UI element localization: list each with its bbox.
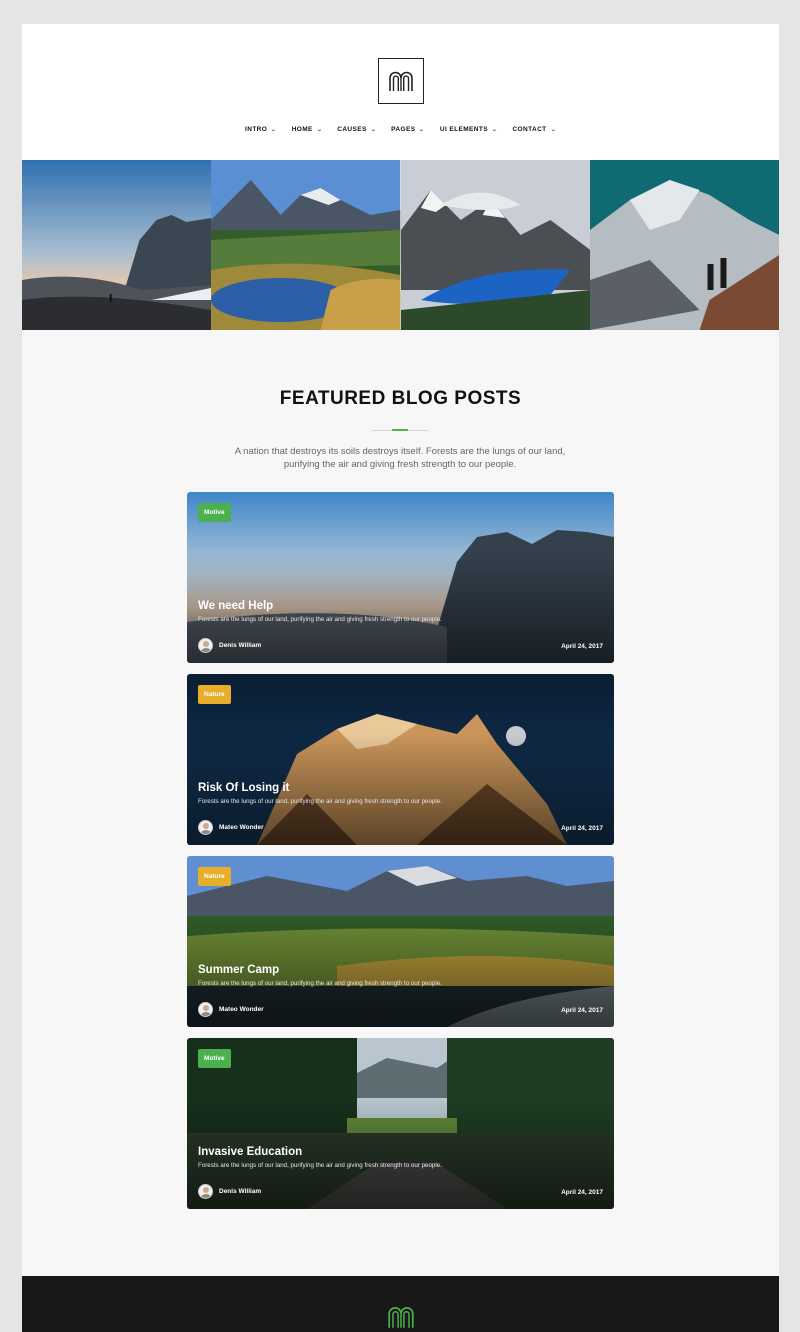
avatar [198,1184,213,1199]
post-date: April 24, 2017 [561,825,603,832]
card-title[interactable]: Invasive Education [198,1146,302,1158]
card-title[interactable]: We need Help [198,600,273,612]
nav-label: INTRO [245,126,268,133]
author-info[interactable]: Mateo Wonder [198,820,264,835]
category-badge[interactable]: Nature [198,685,231,704]
avatar [198,638,213,653]
avatar [198,1002,213,1017]
blog-card[interactable]: Motive Invasive Education Forests are th… [187,1038,614,1209]
chevron-down-icon: ⌄ [315,127,324,133]
title-divider [372,429,428,431]
hero-image-snowy-peak [589,160,779,330]
category-badge[interactable]: Motive [198,1049,231,1068]
chevron-down-icon: ⌄ [270,127,278,133]
author-info[interactable]: Mateo Wonder [198,1002,264,1017]
card-excerpt: Forests are the lungs of our land, purif… [198,616,442,623]
nav-item-pages[interactable]: PAGES ⌄ [391,126,425,133]
page: INTRO ⌄ HOME ⌄ CAUSES ⌄ PAGES ⌄ UI ELEMENTS ⌄… [22,24,779,1332]
author-name: Mateo Wonder [219,1006,264,1013]
chevron-down-icon: ⌄ [491,127,499,133]
chevron-down-icon: ⌄ [549,127,557,133]
author-info[interactable]: Denis William [198,1184,261,1199]
author-name: Denis William [219,1188,262,1195]
card-title[interactable]: Summer Camp [198,964,279,976]
post-date: April 24, 2017 [561,643,603,650]
blog-card[interactable]: Motive We need Help Forests are the lung… [187,492,614,663]
hero-image-alpine-lake [211,160,401,330]
site-header: INTRO ⌄ HOME ⌄ CAUSES ⌄ PAGES ⌄ UI ELEMENTS ⌄… [22,24,779,160]
category-badge[interactable]: Motive [198,503,231,522]
m-arch-logo-icon [389,71,413,91]
nav-label: CAUSES [337,126,367,133]
chevron-down-icon: ⌄ [418,127,426,133]
m-arch-logo-icon[interactable] [386,1304,416,1330]
section-subtitle: A nation that destroys its soils destroy… [234,446,566,470]
card-title[interactable]: Risk Of Losing it [198,782,289,794]
chevron-down-icon: ⌄ [369,127,377,133]
nav-item-causes[interactable]: CAUSES ⌄ [337,126,376,133]
site-logo[interactable] [378,58,424,104]
nav-label: CONTACT [512,126,547,133]
hero-gallery [22,160,779,330]
post-date: April 24, 2017 [561,1007,603,1014]
nav-label: HOME [291,126,313,133]
author-name: Mateo Wonder [219,824,264,831]
author-info[interactable]: Denis William [198,638,261,653]
author-name: Denis William [219,642,262,649]
hero-image-misty-mountain [22,160,212,330]
blog-card[interactable]: Nature Risk Of Losing it Forests are the… [187,674,614,845]
nav-item-intro[interactable]: INTRO ⌄ [245,126,277,133]
section-title: FEATURED BLOG POSTS [279,388,522,409]
hero-image-glacier-lake [400,160,590,330]
category-badge[interactable]: Nature [198,867,231,886]
avatar [198,820,213,835]
nav-item-contact[interactable]: CONTACT ⌄ [512,126,556,133]
card-excerpt: Forests are the lungs of our land, purif… [198,798,442,805]
nav-item-ui-elements[interactable]: UI ELEMENTS ⌄ [440,126,498,133]
post-date: April 24, 2017 [561,1189,603,1196]
nav-label: UI ELEMENTS [439,126,488,133]
card-excerpt: Forests are the lungs of our land, purif… [198,1162,442,1169]
nav-item-home[interactable]: HOME ⌄ [292,126,323,133]
blog-card[interactable]: Nature Summer Camp Forests are the lungs… [187,856,614,1027]
nav-label: PAGES [391,126,416,133]
card-excerpt: Forests are the lungs of our land, purif… [198,980,442,987]
main-nav: INTRO ⌄ HOME ⌄ CAUSES ⌄ PAGES ⌄ UI ELEMENTS ⌄… [22,126,779,133]
site-footer [22,1276,779,1332]
